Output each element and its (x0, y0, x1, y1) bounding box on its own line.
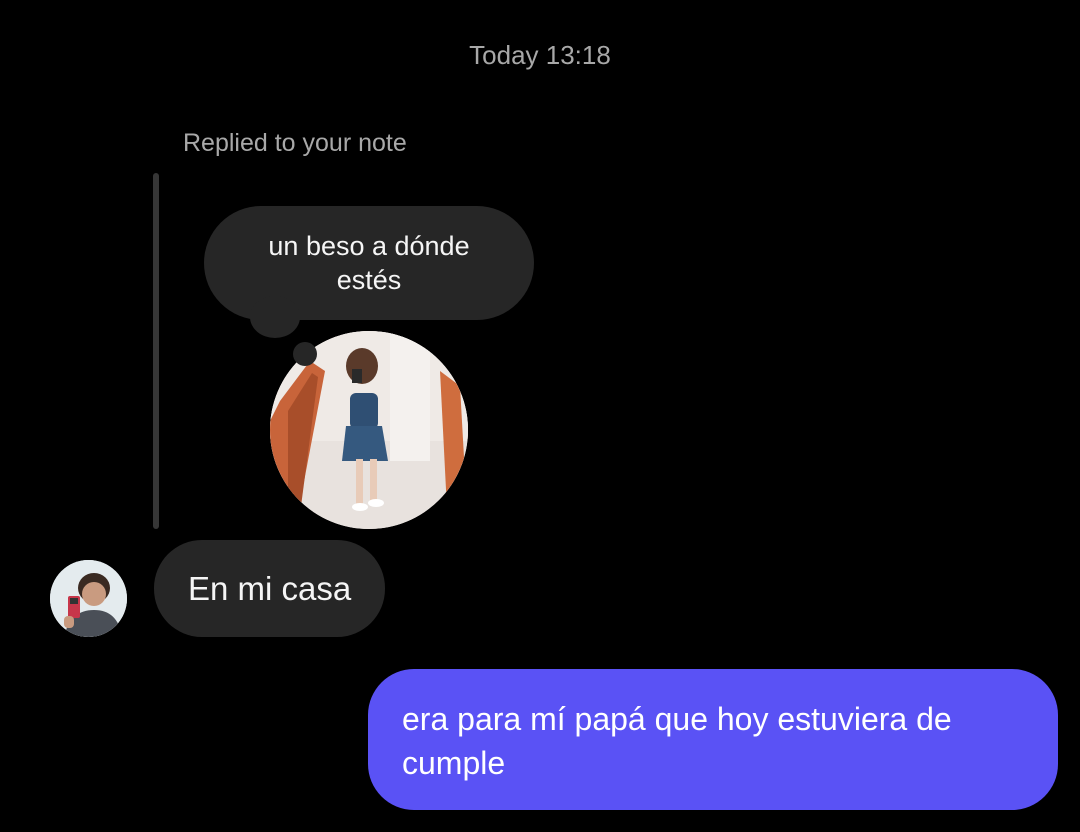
note-text: un beso a dónde estés (268, 231, 470, 295)
reply-caption: Replied to your note (183, 129, 407, 157)
message-timestamp: Today 13:18 (469, 40, 611, 70)
chat-screen: Today 13:18 Replied to your note un beso… (0, 0, 1080, 832)
received-message-bubble[interactable]: En mi casa (154, 540, 386, 637)
reply-indicator-bar (153, 173, 159, 529)
received-message-text: En mi casa (188, 569, 352, 607)
note-thought-dot-small (293, 342, 317, 366)
contact-avatar[interactable] (50, 560, 127, 637)
note-thought-dot-large (250, 296, 300, 338)
sent-message-text: era para mí papá que hoy estuviera de cu… (402, 701, 952, 781)
sent-message-bubble[interactable]: era para mí papá que hoy estuviera de cu… (368, 669, 1058, 810)
note-bubble[interactable]: un beso a dónde estés (204, 206, 534, 320)
